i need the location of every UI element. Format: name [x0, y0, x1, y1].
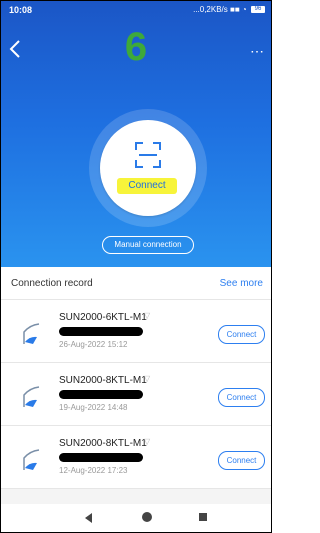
scan-connect-button[interactable]: Connect [100, 120, 196, 216]
record-connect-button[interactable]: Connect [218, 388, 265, 407]
connection-hero: 10:08 ...0,2KB/s ■■ ◔ 96 ⋯ 6 Connect Man… [1, 1, 271, 267]
connect-label: Connect [117, 178, 177, 194]
step-number: 6 [124, 25, 148, 69]
nav-recent-apps-icon[interactable] [199, 513, 207, 521]
redacted-serial [59, 453, 143, 462]
wifi-status-icon: ◔ [241, 5, 247, 14]
wifi-icon: ▽ [144, 437, 151, 446]
status-bar: 10:08 ...0,2KB/s ■■ ◔ 96 [1, 1, 271, 19]
status-indicators: ...0,2KB/s ■■ ◔ 96 [193, 5, 265, 14]
inverter-device-icon [23, 386, 40, 407]
record-connect-button[interactable]: Connect [218, 325, 265, 344]
system-nav-bar [1, 504, 271, 532]
device-name: SUN2000-6KTL-M1 [59, 312, 147, 323]
nav-home-icon[interactable] [142, 512, 152, 522]
battery-icon: 96 [251, 6, 265, 14]
nav-back-icon[interactable] [85, 513, 92, 523]
wifi-icon: ▽ [144, 374, 151, 383]
device-name: SUN2000-8KTL-M1 [59, 438, 147, 449]
device-name: SUN2000-8KTL-M1 [59, 375, 147, 386]
record-item: SUN2000-8KTL-M1 ▽ 19-Aug-2022 14:48 Conn… [1, 363, 271, 426]
see-more-link[interactable]: See more [220, 278, 263, 289]
redacted-serial [59, 390, 143, 399]
manual-connection-button[interactable]: Manual connection [102, 236, 194, 254]
signal-icon: ■■ [230, 5, 240, 14]
connection-record-title: Connection record [11, 278, 93, 289]
record-date: 12-Aug-2022 17:23 [59, 466, 128, 475]
record-item: SUN2000-8KTL-M1 ▽ 12-Aug-2022 17:23 Conn… [1, 426, 271, 489]
record-connect-button[interactable]: Connect [218, 451, 265, 470]
record-item: SUN2000-6KTL-M1 ▽ 26-Aug-2022 15:12 Conn… [1, 300, 271, 363]
inverter-device-icon [23, 323, 40, 344]
record-date: 19-Aug-2022 14:48 [59, 403, 128, 412]
inverter-device-icon [23, 449, 40, 470]
scan-frame-icon [135, 142, 161, 168]
connection-record-header: Connection record See more [1, 267, 271, 300]
network-speed: ...0,2KB/s [193, 5, 228, 14]
redacted-serial [59, 327, 143, 336]
wifi-icon: ▽ [144, 311, 151, 320]
record-date: 26-Aug-2022 15:12 [59, 340, 128, 349]
app-screen: 10:08 ...0,2KB/s ■■ ◔ 96 ⋯ 6 Connect Man… [0, 0, 272, 533]
status-time: 10:08 [9, 5, 33, 15]
